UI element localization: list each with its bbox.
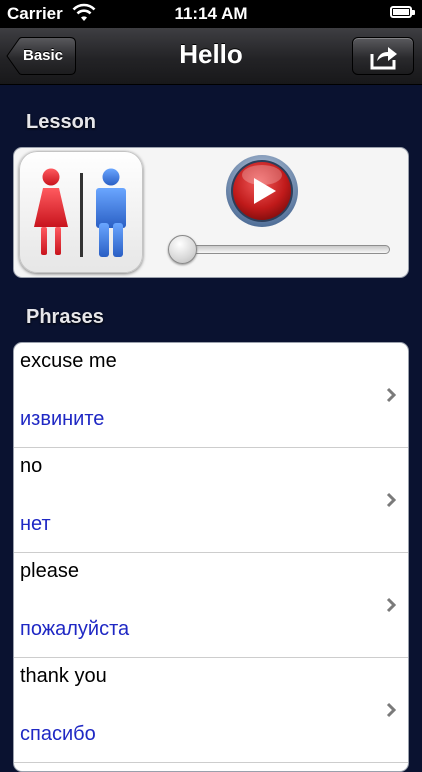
phrases-list: excuse me извините no нет please пожалуй…: [13, 342, 409, 772]
play-button[interactable]: [224, 153, 300, 229]
share-button[interactable]: [352, 37, 414, 75]
list-item[interactable]: thank you спасибо: [14, 658, 408, 763]
clock: 11:14 AM: [174, 4, 248, 23]
progress-slider-thumb[interactable]: [168, 235, 197, 264]
list-item[interactable]: please пожалуйста: [14, 553, 408, 658]
share-icon: [370, 47, 397, 70]
chevron-right-icon: [386, 492, 396, 508]
navigation-bar: Basic Hello: [0, 28, 422, 85]
back-button-label: Basic: [23, 47, 64, 64]
lesson-card: [13, 147, 409, 278]
phrase-russian: пожалуйста: [20, 618, 130, 640]
restroom-icon[interactable]: [19, 151, 143, 273]
battery-icon: [390, 6, 415, 18]
list-item[interactable]: no нет: [14, 448, 408, 553]
back-button[interactable]: Basic: [6, 37, 76, 75]
phrase-english: excuse me: [20, 350, 117, 372]
chevron-right-icon: [386, 387, 396, 403]
chevron-right-icon: [386, 702, 396, 718]
phrase-russian: нет: [20, 513, 51, 535]
phrase-russian: извините: [20, 408, 105, 430]
lesson-section-header: Lesson: [26, 111, 97, 133]
progress-slider-track[interactable]: [174, 245, 390, 254]
chevron-right-icon: [386, 597, 396, 613]
phrase-english: please: [20, 560, 79, 582]
phrase-english: no: [20, 455, 43, 477]
phrases-section-header: Phrases: [26, 306, 104, 328]
list-item[interactable]: excuse me извините: [14, 343, 408, 448]
status-bar: Carrier 11:14 AM: [0, 0, 422, 28]
phrase-english: thank you: [20, 665, 107, 687]
page-title: Hello: [179, 39, 243, 69]
phrase-russian: спасибо: [20, 723, 96, 745]
